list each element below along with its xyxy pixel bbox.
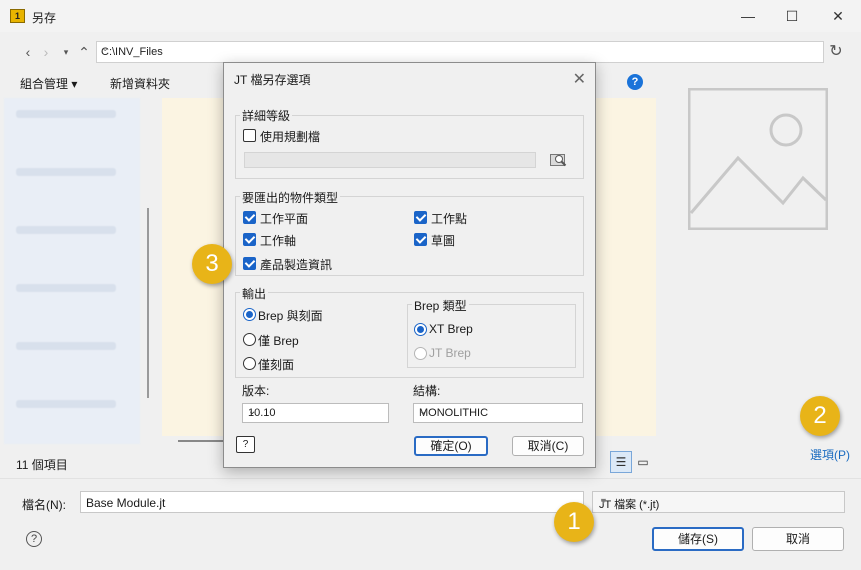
up-arrow-icon[interactable]: ⌃ — [76, 41, 92, 63]
organize-menu[interactable]: 組合管理 ▾ — [20, 75, 77, 92]
filename-input[interactable]: Base Module.jt — [80, 491, 584, 513]
step-badge-1: 1 — [554, 502, 594, 542]
minimize-button[interactable]: — — [728, 4, 768, 28]
maximize-button[interactable]: ☐ — [772, 4, 812, 28]
browse-folder-icon[interactable] — [550, 152, 567, 167]
detail-level-label: 詳細等級 — [240, 107, 293, 124]
version-label: 版本: — [242, 384, 270, 398]
chevron-down-icon: ⌄ — [419, 406, 428, 417]
help-question-icon[interactable]: ? — [26, 531, 42, 547]
step-badge-3: 3 — [192, 244, 232, 284]
brep-and-facets-radio[interactable] — [243, 308, 256, 321]
refresh-icon[interactable]: ↻ — [828, 41, 844, 63]
details-view-icon[interactable]: ☰ — [610, 451, 632, 473]
facets-only-label: 僅刻面 — [258, 358, 295, 372]
dialog-help-icon[interactable]: ? — [236, 436, 255, 453]
window-title: 另存 — [32, 11, 57, 25]
object-types-label: 要匯出的物件類型 — [240, 189, 341, 206]
brep-type-label: Brep 類型 — [412, 297, 469, 314]
new-folder-button[interactable]: 新增資料夾 — [110, 75, 170, 92]
brep-only-label: 僅 Brep — [258, 334, 299, 348]
item-count: 11 個項目 — [16, 458, 68, 472]
use-config-checkbox[interactable] — [243, 129, 256, 142]
work-point-checkbox[interactable] — [414, 211, 427, 224]
jt-brep-label: JT Brep — [429, 346, 471, 360]
close-button[interactable]: ✕ — [818, 4, 858, 28]
file-type-select[interactable]: JT 檔案 (*.jt) ▼ — [592, 491, 845, 513]
filename-value: Base Module.jt — [86, 496, 166, 510]
jt-brep-radio — [414, 347, 427, 360]
back-arrow-icon[interactable]: ‹ — [20, 41, 36, 63]
address-dropdown-icon[interactable]: ⌄ — [101, 43, 819, 54]
pane-scrollbar[interactable] — [147, 208, 149, 398]
structure-select[interactable]: MONOLITHIC ⌄ — [413, 403, 583, 423]
xt-brep-radio[interactable] — [414, 323, 427, 336]
pmi-checkbox[interactable] — [243, 257, 256, 270]
address-bar[interactable]: C:\INV_Files ⌄ — [96, 41, 824, 63]
help-icon[interactable]: ? — [627, 74, 643, 90]
save-button[interactable]: 儲存(S) — [652, 527, 744, 551]
forward-arrow-icon[interactable]: › — [38, 41, 54, 63]
cancel-button[interactable]: 取消 — [752, 527, 844, 551]
ok-button[interactable]: 確定(O) — [414, 436, 488, 456]
navigation-pane[interactable] — [4, 98, 140, 444]
work-axis-checkbox[interactable] — [243, 233, 256, 246]
facets-only-radio[interactable] — [243, 357, 256, 370]
brep-only-radio[interactable] — [243, 333, 256, 346]
work-axis-label: 工作軸 — [260, 234, 297, 248]
chevron-down-icon: ⌄ — [248, 406, 257, 417]
detail-level-group — [235, 115, 584, 179]
sketch-checkbox[interactable] — [414, 233, 427, 246]
pmi-label: 產品製造資訊 — [260, 258, 333, 272]
dialog-close-icon[interactable]: ✕ — [573, 69, 586, 89]
filename-label: 檔名(N): — [22, 498, 66, 512]
preview-view-icon[interactable]: ▭ — [632, 451, 654, 473]
version-select[interactable]: 10.10 ⌄ — [242, 403, 389, 423]
work-point-label: 工作點 — [431, 212, 468, 226]
title-bar: 1 另存 — ☐ ✕ — [0, 0, 861, 32]
config-path-field[interactable] — [244, 152, 536, 168]
output-label: 輸出 — [240, 285, 269, 302]
brep-and-facets-label: Brep 與刻面 — [258, 309, 323, 323]
work-plane-checkbox[interactable] — [243, 211, 256, 224]
dialog-title: JT 檔另存選項 — [234, 73, 311, 87]
dialog-cancel-button[interactable]: 取消(C) — [512, 436, 584, 456]
recent-chevron-down-icon[interactable]: ▾ — [58, 41, 74, 63]
use-config-label: 使用規劃檔 — [260, 130, 321, 144]
app-icon: 1 — [10, 9, 25, 23]
step-badge-2: 2 — [800, 396, 840, 436]
xt-brep-label: XT Brep — [429, 322, 473, 336]
structure-label: 結構: — [413, 384, 441, 398]
sketch-label: 草圖 — [431, 234, 456, 248]
jt-options-dialog: JT 檔另存選項 ✕ 詳細等級 使用規劃檔 要匯出的物件類型 工作平面 工作點 … — [223, 62, 596, 468]
chevron-down-icon: ▼ — [599, 496, 608, 506]
work-plane-label: 工作平面 — [260, 212, 309, 226]
options-link[interactable]: 選項(P) — [810, 446, 850, 463]
image-placeholder-icon — [688, 88, 828, 230]
